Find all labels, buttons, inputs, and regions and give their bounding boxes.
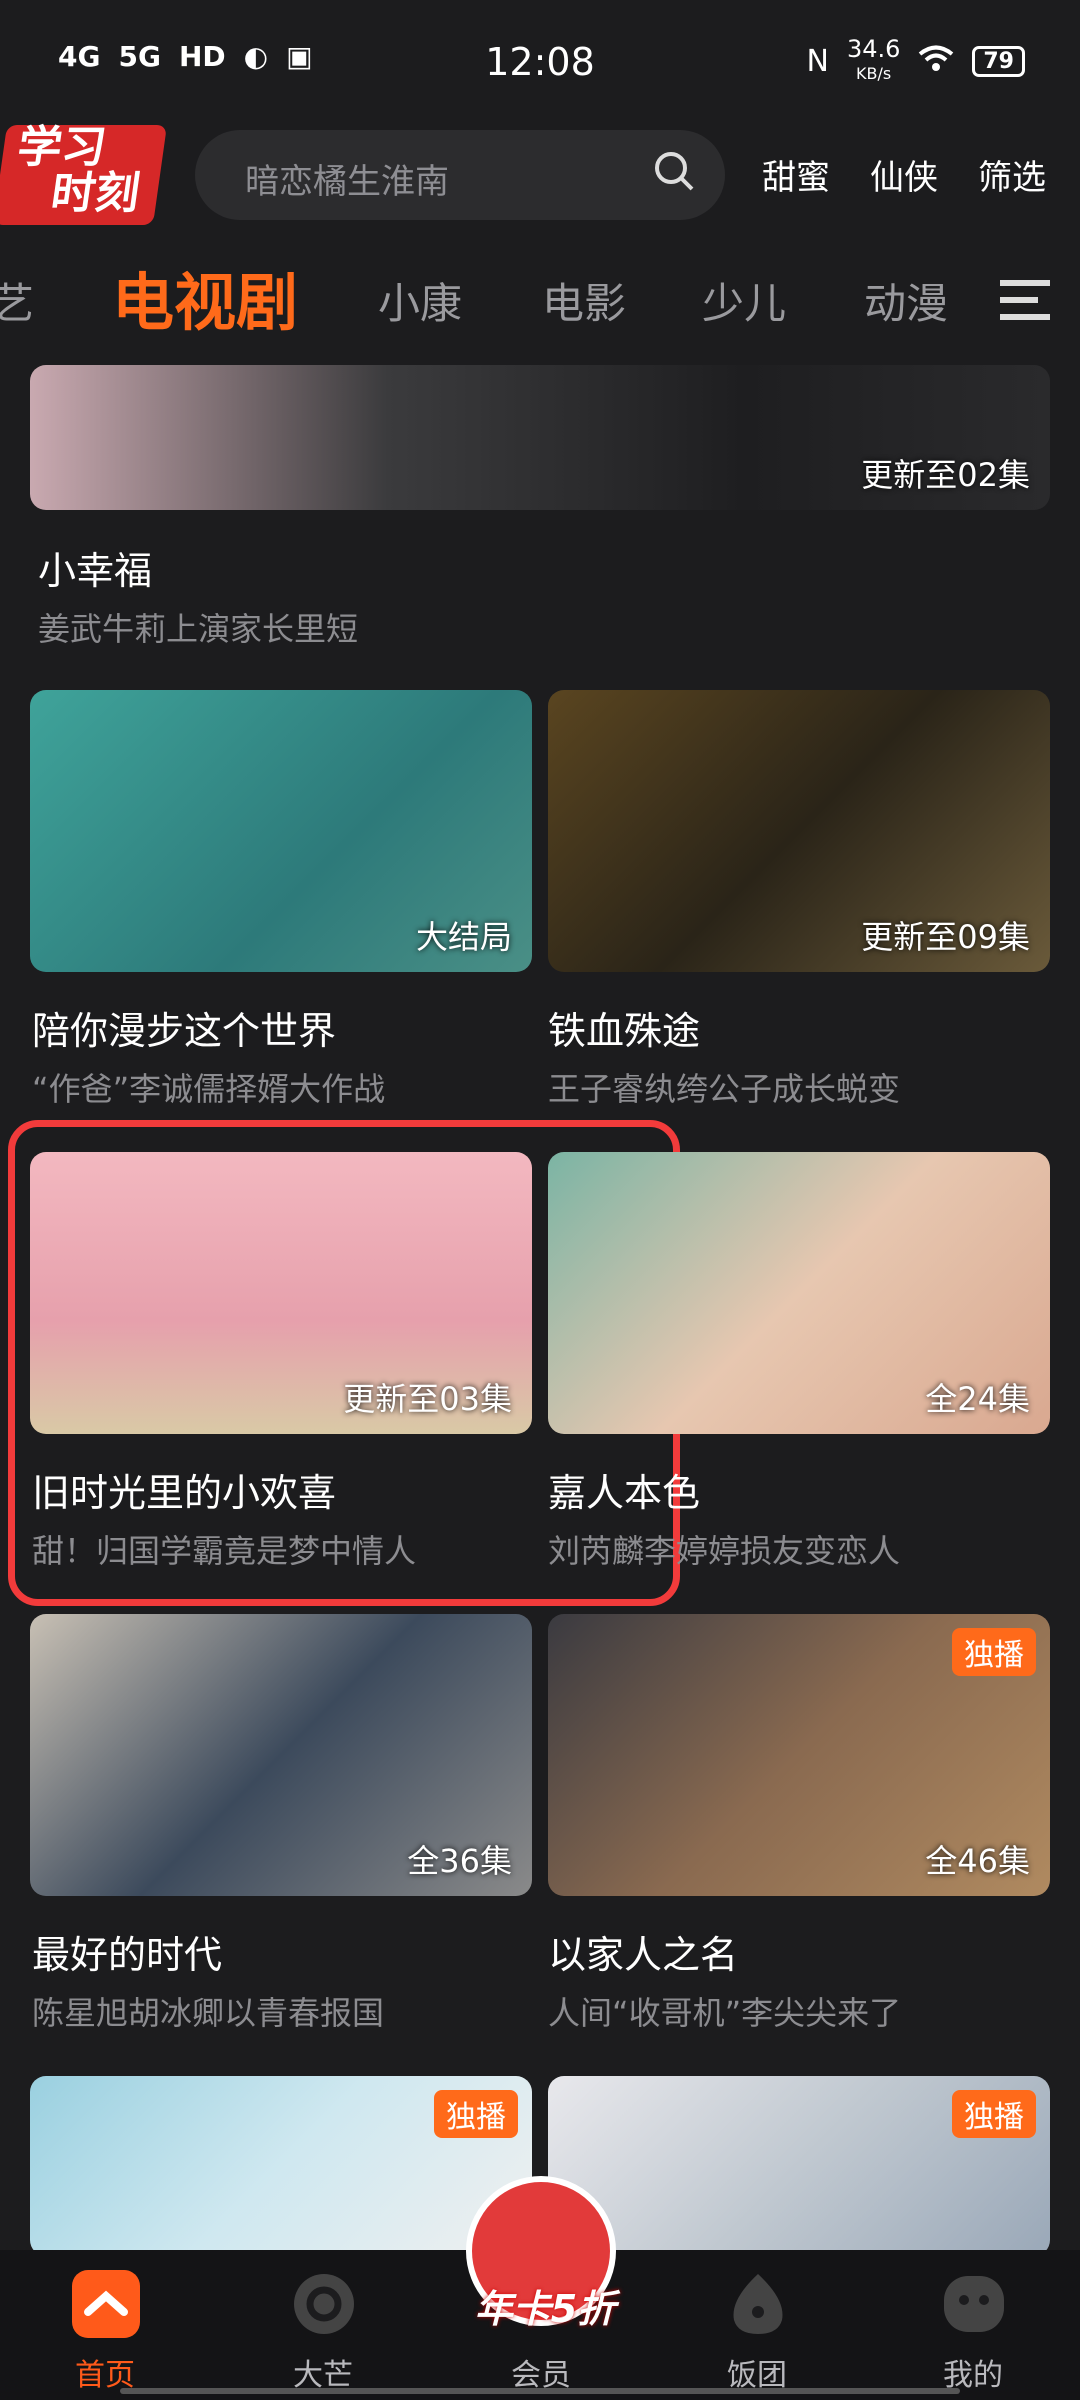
status-bar: 4G 5G HD ◐ ▣ 12:08 N 34.6 KB/s 79: [0, 0, 1080, 120]
tab-anime[interactable]: 动漫: [864, 270, 948, 331]
card-title[interactable]: 以家人之名: [548, 1924, 738, 1979]
tab-variety[interactable]: 艺: [0, 270, 34, 331]
speed-readout: 34.6 KB/s: [846, 35, 901, 83]
card-subtitle: 刘芮麟李婷婷损友变恋人: [548, 1532, 901, 1570]
wifi-icon: [918, 45, 954, 79]
card-subtitle: “作爸”李诚儒择婿大作战: [32, 1070, 386, 1108]
nav-home[interactable]: 首页: [30, 2250, 180, 2400]
category-tabs: 艺 电视剧 小康 电影 少儿 动漫: [0, 260, 1080, 340]
tab-xiaokang[interactable]: 小康: [378, 270, 462, 331]
vip-promo-label[interactable]: 年卡5折: [440, 2278, 650, 2333]
quick-link-xianxia[interactable]: 仙侠: [870, 150, 938, 199]
profile-icon: [944, 2276, 1004, 2332]
card-title[interactable]: 铁血殊途: [548, 1000, 700, 1055]
card-title[interactable]: 最好的时代: [32, 1924, 222, 1979]
menu-icon[interactable]: [1000, 278, 1050, 322]
poster-yi-jiaren-zhiming[interactable]: 独播 全46集: [548, 1614, 1050, 1896]
battery-icon: 79: [972, 46, 1025, 77]
nav-profile[interactable]: 我的: [898, 2250, 1048, 2400]
search-bar[interactable]: 暗恋橘生淮南: [195, 130, 725, 220]
episode-badge: 更新至02集: [861, 456, 1030, 494]
study-time-logo[interactable]: 学习 时刻: [0, 122, 168, 225]
filter-button[interactable]: 筛选: [978, 150, 1046, 199]
card-subtitle: 姜武牛莉上演家长里短: [38, 610, 359, 648]
fan-group-icon: [733, 2274, 783, 2334]
episode-badge: 大结局: [415, 918, 512, 956]
search-icon: [655, 152, 694, 191]
tab-movie[interactable]: 电影: [542, 270, 626, 331]
card-subtitle: 人间“收哥机”李尖尖来了: [548, 1994, 902, 2032]
exclusive-badge: 独播: [952, 2090, 1036, 2138]
poster-tiexue-shutu[interactable]: 更新至09集: [548, 690, 1050, 972]
exclusive-badge: 独播: [952, 1628, 1036, 1676]
gesture-bar: [120, 2388, 960, 2394]
poster-zuihao-de-shidai[interactable]: 全36集: [30, 1614, 532, 1896]
card-subtitle: 王子睿纨绔公子成长蜕变: [548, 1070, 901, 1108]
episode-badge: 全24集: [925, 1380, 1030, 1418]
episode-badge: 全36集: [407, 1842, 512, 1880]
exclusive-badge: 独播: [434, 2090, 518, 2138]
card-subtitle: 陈星旭胡冰卿以青春报国: [32, 1994, 385, 2032]
card-title[interactable]: 陪你漫步这个世界: [32, 1000, 336, 1055]
card-title[interactable]: 小幸福: [38, 540, 152, 595]
home-icon: [72, 2270, 140, 2338]
tab-tv-series[interactable]: 电视剧: [112, 252, 298, 342]
episode-badge: 更新至09集: [861, 918, 1030, 956]
poster-peini-manbu[interactable]: 大结局: [30, 690, 532, 972]
status-right: N 34.6 KB/s 79: [806, 35, 1025, 85]
quick-link-sweet[interactable]: 甜蜜: [762, 150, 830, 199]
tab-kids[interactable]: 少儿: [702, 270, 786, 331]
poster-xiaoxingfu[interactable]: 更新至02集: [30, 365, 1050, 510]
card-title[interactable]: 嘉人本色: [548, 1462, 700, 1517]
poster-bottom-right[interactable]: 独播: [548, 2076, 1050, 2256]
episode-badge: 全46集: [925, 1842, 1030, 1880]
poster-jiaren-bense[interactable]: 全24集: [548, 1152, 1050, 1434]
search-placeholder: 暗恋橘生淮南: [245, 162, 449, 202]
poster-bottom-left[interactable]: 独播: [30, 2076, 532, 2256]
mango-icon: [294, 2274, 354, 2334]
nav-fantuan[interactable]: 饭团: [682, 2250, 832, 2400]
nav-damang[interactable]: 大芒: [248, 2250, 398, 2400]
nfc-icon: N: [806, 44, 829, 79]
